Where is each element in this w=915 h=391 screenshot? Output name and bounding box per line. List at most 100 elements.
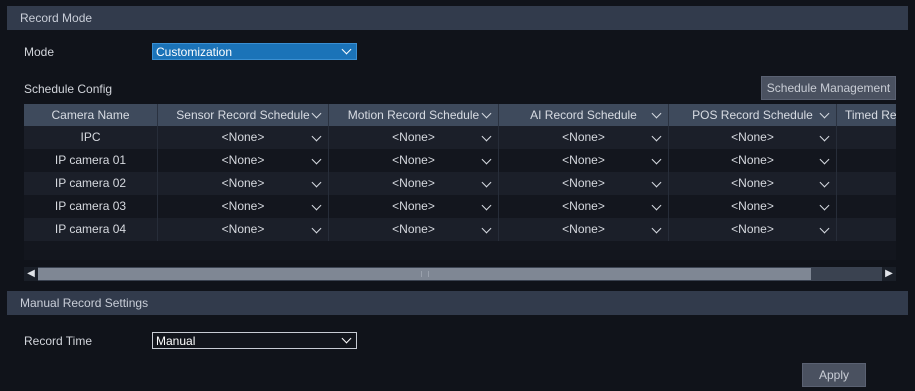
table-row: IP camera 02 <None> <None> <None> <None> <box>24 172 896 195</box>
motion-schedule-select[interactable]: <None> <box>329 195 499 218</box>
table-row: IP camera 03 <None> <None> <None> <None> <box>24 195 896 218</box>
table-row-partial <box>24 241 896 260</box>
table-row: IP camera 04 <None> <None> <None> <None> <box>24 218 896 241</box>
record-time-select[interactable]: Manual <box>152 332 357 349</box>
col-header-ai[interactable]: AI Record Schedule <box>499 104 669 126</box>
chevron-down-icon[interactable] <box>819 108 830 119</box>
manual-record-header: Manual Record Settings <box>7 291 908 315</box>
camera-name-cell: IP camera 03 <box>24 195 158 218</box>
col-header-pos[interactable]: POS Record Schedule <box>669 104 837 126</box>
cell-value: <None> <box>731 176 774 190</box>
ai-schedule-select[interactable]: <None> <box>499 195 669 218</box>
cell-value: <None> <box>731 222 774 236</box>
apply-button[interactable]: Apply <box>802 363 866 387</box>
col-header-motion[interactable]: Motion Record Schedule <box>329 104 499 126</box>
col-header-label: POS Record Schedule <box>692 108 813 122</box>
ai-schedule-select[interactable]: <None> <box>499 126 669 149</box>
chevron-down-icon <box>651 223 662 234</box>
col-header-timed: Timed Re <box>837 104 896 126</box>
cell-value: <None> <box>562 222 605 236</box>
cell-value: <None> <box>221 199 265 213</box>
record-time-label: Record Time <box>24 334 93 348</box>
chevron-down-icon[interactable] <box>651 108 662 119</box>
record-mode-header: Record Mode <box>7 6 908 30</box>
grip-icon <box>421 271 429 277</box>
cell-value: <None> <box>221 130 265 144</box>
chevron-down-icon[interactable] <box>311 108 322 119</box>
cell-value: <None> <box>392 222 435 236</box>
ai-schedule-select[interactable]: <None> <box>499 149 669 172</box>
scrollbar-thumb[interactable] <box>38 268 811 280</box>
chevron-down-icon <box>819 131 830 142</box>
sensor-schedule-select[interactable]: <None> <box>158 126 329 149</box>
camera-name-cell: IPC <box>24 126 158 149</box>
pos-schedule-select[interactable]: <None> <box>669 149 837 172</box>
cell-value: <None> <box>221 153 265 167</box>
chevron-down-icon <box>651 200 662 211</box>
chevron-down-icon <box>819 223 830 234</box>
cell-value: <None> <box>221 176 265 190</box>
cell-value: <None> <box>731 199 774 213</box>
cell-value: <None> <box>221 222 265 236</box>
cell-value: <None> <box>392 176 435 190</box>
pos-schedule-select[interactable]: <None> <box>669 172 837 195</box>
cell-value: <None> <box>731 130 774 144</box>
mode-select[interactable]: Customization <box>152 43 357 60</box>
pos-schedule-select[interactable]: <None> <box>669 195 837 218</box>
arrow-right-icon[interactable]: ▶ <box>882 267 896 281</box>
cell-value: <None> <box>392 153 435 167</box>
mode-select-value: Customization <box>156 45 233 59</box>
col-header-label: Camera Name <box>51 108 130 122</box>
col-header-label: Sensor Record Schedule <box>176 108 310 122</box>
ai-schedule-select[interactable]: <None> <box>499 218 669 241</box>
table-row: IP camera 01 <None> <None> <None> <None> <box>24 149 896 172</box>
col-header-label: Motion Record Schedule <box>347 108 480 122</box>
sensor-schedule-select[interactable]: <None> <box>158 218 329 241</box>
sensor-schedule-select[interactable]: <None> <box>158 149 329 172</box>
chevron-down-icon <box>311 177 322 188</box>
record-time-value: Manual <box>156 334 196 348</box>
motion-schedule-select[interactable]: <None> <box>329 126 499 149</box>
timed-schedule-cell[interactable] <box>837 126 896 149</box>
timed-schedule-cell[interactable] <box>837 195 896 218</box>
sensor-schedule-select[interactable]: <None> <box>158 195 329 218</box>
cell-value: <None> <box>562 130 605 144</box>
chevron-down-icon <box>819 154 830 165</box>
pos-schedule-select[interactable]: <None> <box>669 218 837 241</box>
chevron-down-icon <box>819 200 830 211</box>
chevron-down-icon[interactable] <box>481 108 492 119</box>
col-header-label: AI Record Schedule <box>530 108 637 122</box>
cell-value: <None> <box>392 199 435 213</box>
motion-schedule-select[interactable]: <None> <box>329 172 499 195</box>
horizontal-scrollbar[interactable]: ◀ ▶ <box>24 267 896 281</box>
pos-schedule-select[interactable]: <None> <box>669 126 837 149</box>
chevron-down-icon <box>651 131 662 142</box>
motion-schedule-select[interactable]: <None> <box>329 149 499 172</box>
chevron-down-icon <box>311 131 322 142</box>
ai-schedule-select[interactable]: <None> <box>499 172 669 195</box>
chevron-down-icon <box>819 177 830 188</box>
sensor-schedule-select[interactable]: <None> <box>158 172 329 195</box>
schedule-management-button[interactable]: Schedule Management <box>761 76 896 100</box>
camera-name-cell: IP camera 01 <box>24 149 158 172</box>
cell-value: <None> <box>562 176 605 190</box>
chevron-down-icon <box>481 223 492 234</box>
timed-schedule-cell[interactable] <box>837 218 896 241</box>
table-header-row: Camera Name Sensor Record Schedule Motio… <box>24 104 896 126</box>
camera-name-cell: IP camera 04 <box>24 218 158 241</box>
chevron-down-icon <box>481 154 492 165</box>
timed-schedule-cell[interactable] <box>837 172 896 195</box>
timed-schedule-cell[interactable] <box>837 149 896 172</box>
chevron-down-icon <box>311 154 322 165</box>
col-header-label: Timed Re <box>845 108 896 122</box>
arrow-left-icon[interactable]: ◀ <box>24 267 38 281</box>
table-row: IPC <None> <None> <None> <None> <box>24 126 896 149</box>
chevron-down-icon <box>341 44 352 55</box>
chevron-down-icon <box>311 200 322 211</box>
col-header-sensor[interactable]: Sensor Record Schedule <box>158 104 329 126</box>
cell-value: <None> <box>731 153 774 167</box>
schedule-table: Camera Name Sensor Record Schedule Motio… <box>24 104 896 260</box>
cell-value: <None> <box>562 199 605 213</box>
motion-schedule-select[interactable]: <None> <box>329 218 499 241</box>
chevron-down-icon <box>651 177 662 188</box>
